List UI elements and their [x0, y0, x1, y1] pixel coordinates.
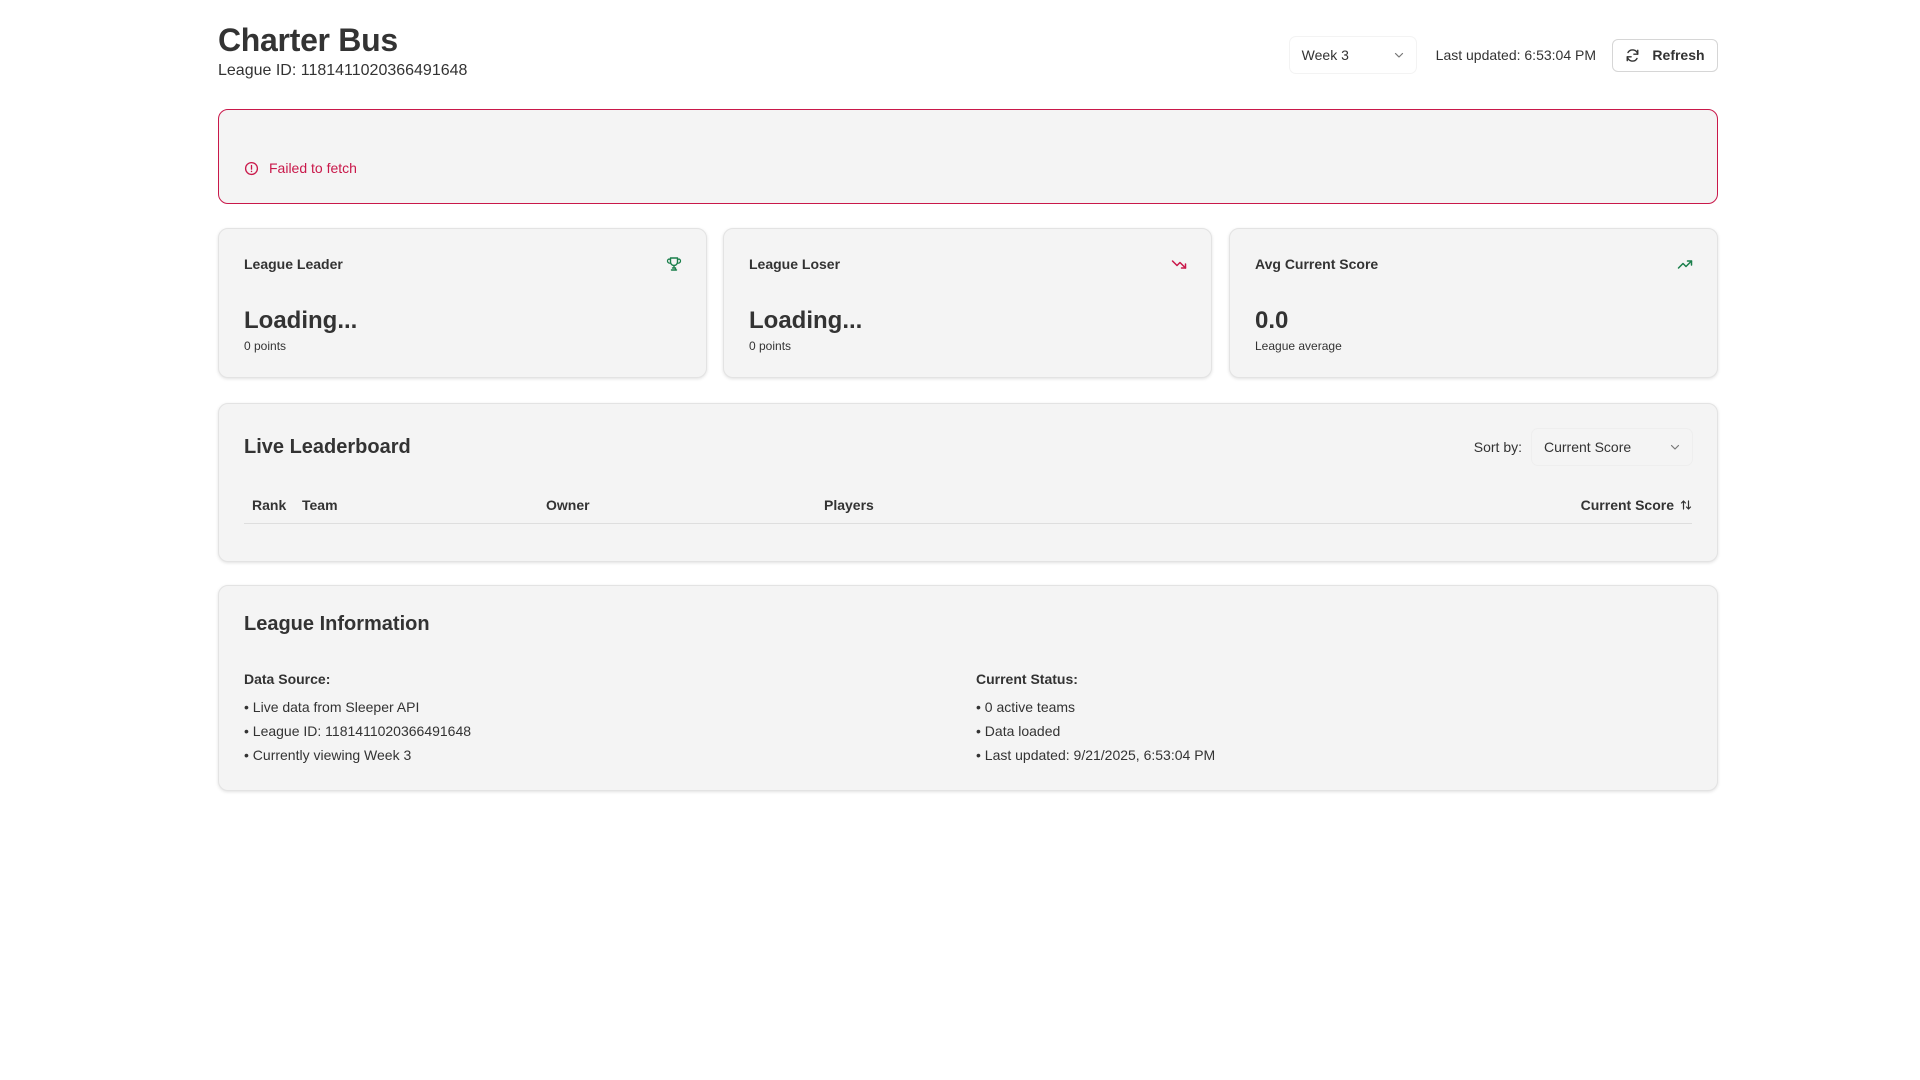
chevron-down-icon	[1394, 52, 1403, 58]
list-item: • 0 active teams	[976, 699, 1076, 715]
column-header-players[interactable]: Players	[824, 497, 874, 513]
stat-label: League Loser	[749, 256, 841, 272]
dashboard: Charter Bus League ID: 11814110203664916…	[218, 0, 1718, 791]
current-status-section: Current Status: • 0 active teams • Data …	[976, 671, 1215, 771]
column-header-current-score-label: Current Score	[1580, 497, 1674, 513]
league-information-title: League Information	[244, 613, 430, 635]
page-header: Charter Bus League ID: 11814110203664916…	[218, 0, 1718, 108]
current-status-heading: Current Status:	[976, 671, 1078, 687]
column-header-team[interactable]: Team	[302, 497, 338, 513]
leaderboard-table-header: Rank Team Owner Players Current Score	[244, 494, 1692, 524]
leaderboard-title: Live Leaderboard	[244, 436, 411, 458]
sort-select[interactable]: Current Score	[1532, 429, 1692, 465]
refresh-label: Refresh	[1652, 47, 1705, 63]
stat-value: Loading...	[244, 307, 358, 334]
league-loser-card: League Loser Loading... 0 points	[723, 228, 1212, 378]
refresh-button[interactable]: Refresh	[1612, 38, 1718, 72]
refresh-icon	[1626, 48, 1639, 62]
trophy-icon	[666, 257, 682, 271]
sort-arrows-icon	[1680, 500, 1692, 510]
page-title: Charter Bus	[218, 22, 398, 58]
error-alert: Failed to fetch	[218, 109, 1718, 204]
list-item: • League ID: 1181411020366491648	[244, 723, 472, 739]
stat-value: Loading...	[749, 307, 863, 334]
trending-down-icon	[1171, 260, 1187, 269]
avg-score-card: Avg Current Score 0.0 League average	[1229, 228, 1718, 378]
current-status-list: • 0 active teams • Data loaded • Last up…	[976, 699, 1215, 763]
stat-label: Avg Current Score	[1255, 256, 1379, 272]
sort-label: Sort by:	[1473, 439, 1522, 455]
data-source-list: • Live data from Sleeper API • League ID…	[244, 699, 471, 763]
sort-select-value: Current Score	[1544, 439, 1632, 455]
list-item: • Currently viewing Week 3	[244, 747, 412, 763]
data-source-heading: Data Source:	[244, 671, 331, 687]
error-line: Failed to fetch	[244, 160, 357, 176]
last-updated-text: Last updated: 6:53:04 PM	[1435, 47, 1596, 63]
column-header-rank[interactable]: Rank	[252, 497, 286, 513]
chevron-down-icon	[1670, 444, 1680, 450]
stat-subtext: 0 points	[749, 339, 792, 353]
list-item: • Data loaded	[976, 723, 1061, 739]
list-item: • Live data from Sleeper API	[244, 699, 420, 715]
header-controls: Week 3 Last updated: 6:53:04 PM Refresh	[1289, 37, 1718, 73]
week-select-value: Week 3	[1301, 47, 1349, 63]
sort-control: Sort by: Current Score	[1474, 429, 1692, 465]
league-information-card: League Information Data Source: • Live d…	[218, 585, 1718, 791]
stat-subtext: 0 points	[244, 339, 287, 353]
league-leader-card: League Leader Loading... 0 points	[218, 228, 707, 378]
error-message: Failed to fetch	[269, 160, 357, 176]
stat-label: League Leader	[244, 256, 343, 272]
trending-up-icon	[1677, 260, 1693, 269]
alert-circle-icon	[244, 161, 259, 175]
live-leaderboard-card: Live Leaderboard Sort by: Current Score …	[218, 403, 1718, 562]
stat-value: 0.0	[1255, 307, 1289, 334]
stat-subtext: League average	[1255, 339, 1342, 353]
league-id-subtitle: League ID: 1181411020366491648	[218, 62, 468, 79]
column-header-current-score[interactable]: Current Score	[1581, 497, 1692, 513]
list-item: • Last updated: 9/21/2025, 6:53:04 PM	[976, 747, 1216, 763]
data-source-section: Data Source: • Live data from Sleeper AP…	[244, 671, 471, 771]
week-select[interactable]: Week 3	[1289, 37, 1416, 73]
column-header-owner[interactable]: Owner	[546, 497, 590, 513]
